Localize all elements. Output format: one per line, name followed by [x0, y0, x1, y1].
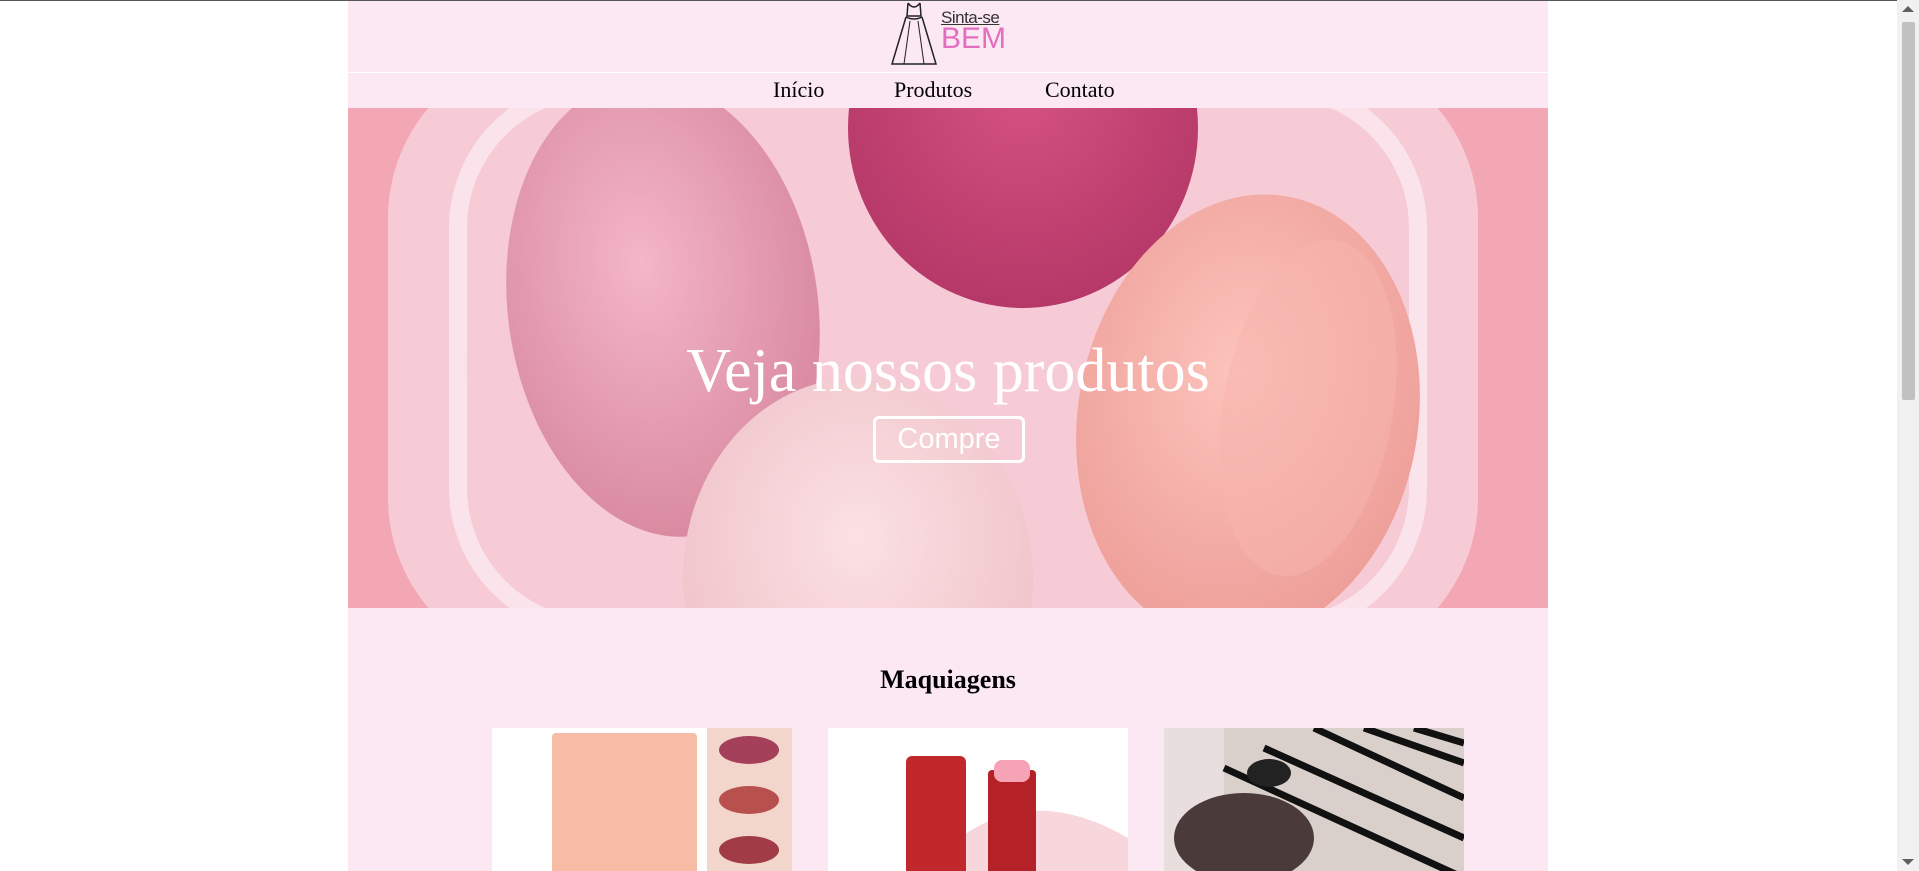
- product-image: [1164, 728, 1464, 871]
- scroll-thumb[interactable]: [1902, 22, 1915, 400]
- nav-item-inicio[interactable]: Início: [773, 77, 824, 103]
- product-card-lipstick[interactable]: [492, 728, 792, 871]
- nav-item-contato[interactable]: Contato: [1045, 77, 1115, 103]
- product-image: [492, 728, 792, 871]
- site-header: Sinta-se BEM: [348, 1, 1548, 71]
- section-title: Maquiagens: [880, 665, 1016, 694]
- dress-icon: [890, 2, 938, 65]
- logo-text-bottom: BEM: [941, 22, 1007, 55]
- buy-button[interactable]: Compre: [873, 416, 1025, 463]
- nav-item-produtos[interactable]: Produtos: [894, 77, 972, 103]
- scroll-up-icon[interactable]: [1902, 6, 1914, 12]
- product-image: [828, 728, 1128, 871]
- hero-title: Veja nossos produtos: [686, 337, 1210, 405]
- site-logo[interactable]: Sinta-se BEM: [888, 1, 1018, 67]
- main-nav: Início Produtos Contato: [348, 72, 1548, 109]
- scroll-down-icon[interactable]: [1902, 859, 1914, 865]
- product-card-lip-balm[interactable]: [828, 728, 1128, 871]
- product-card-brushes[interactable]: [1164, 728, 1464, 871]
- page-container: Sinta-se BEM Início Produtos Contato Vej…: [348, 1, 1548, 871]
- page-scrollbar[interactable]: [1897, 0, 1919, 871]
- hero-banner: Veja nossos produtos Compre: [348, 108, 1548, 608]
